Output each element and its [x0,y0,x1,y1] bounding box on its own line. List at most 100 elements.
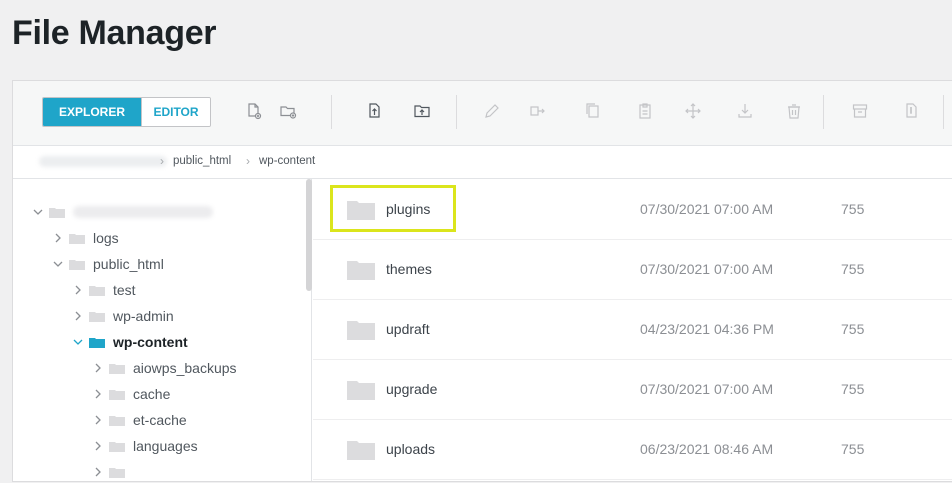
toolbar-divider [823,95,824,129]
table-row[interactable]: plugins 07/30/2021 07:00 AM 755 [313,179,952,240]
drag-icon[interactable] [683,101,703,121]
folder-icon [89,337,105,348]
tree-item-wp-content[interactable]: wp-content [73,331,188,353]
file-date: 07/30/2021 07:00 AM [640,201,774,217]
chevron-right-icon[interactable] [73,311,83,321]
toolbar-divider [943,95,944,129]
chevron-right-icon[interactable] [93,389,103,399]
file-permissions: 755 [841,201,865,217]
file-date: 06/23/2021 08:46 AM [640,441,774,457]
folder-icon [347,201,375,220]
table-row[interactable]: updraft 04/23/2021 04:36 PM 755 [313,299,952,360]
folder-icon [89,311,105,322]
chevron-down-icon[interactable] [73,337,83,347]
tree-item-logs[interactable]: logs [53,227,119,249]
file-date: 07/30/2021 07:00 AM [640,381,774,397]
chevron-down-icon[interactable] [33,207,43,217]
file-list: plugins 07/30/2021 07:00 AM 755 themes 0… [313,179,952,481]
tree-root[interactable] [33,201,213,223]
tree-item-label: public_html [93,256,164,272]
tree-item-languages[interactable]: languages [93,435,198,457]
folder-icon [89,285,105,296]
archive-icon[interactable] [850,101,870,121]
file-date: 07/30/2021 07:00 AM [640,261,774,277]
copy-icon[interactable] [583,101,603,121]
file-name[interactable]: uploads [386,441,435,457]
folder-icon [109,441,125,452]
folder-icon [347,381,375,400]
file-permissions: 755 [841,321,865,337]
file-permissions: 755 [841,261,865,277]
table-row[interactable]: uploads 06/23/2021 08:46 AM 755 [313,419,952,480]
upload-folder-icon[interactable] [412,101,432,121]
breadcrumb-separator-icon: › [160,154,164,168]
page-title: File Manager [12,14,217,52]
table-row[interactable]: upgrade 07/30/2021 07:00 AM 755 [313,359,952,420]
chevron-down-icon[interactable] [53,259,63,269]
tree-item-label: logs [93,230,119,246]
extract-icon[interactable] [902,101,922,121]
folder-tree: logs public_html test wp-admin wp-conten… [13,179,312,481]
tree-item-label: test [113,282,136,298]
file-date: 04/23/2021 04:36 PM [640,321,774,337]
upload-file-icon[interactable] [365,101,385,121]
tree-item-label: wp-content [113,334,188,350]
folder-icon [49,207,65,218]
folder-icon [109,363,125,374]
tree-item-wp-admin[interactable]: wp-admin [73,305,174,327]
breadcrumb: › public_html › wp-content [13,146,952,179]
new-file-icon[interactable] [244,101,264,121]
file-name[interactable]: themes [386,261,432,277]
tree-item-partial[interactable] [93,461,133,483]
paste-icon[interactable] [635,101,655,121]
view-toggle: EXPLORER EDITOR [42,97,211,127]
tree-item-label: wp-admin [113,308,174,324]
folder-icon [347,441,375,460]
tree-item-public-html[interactable]: public_html [53,253,164,275]
tree-scrollbar[interactable] [306,179,312,291]
folder-icon [69,233,85,244]
toolbar-divider [331,95,332,129]
file-permissions: 755 [841,441,865,457]
rename-icon[interactable] [482,101,502,121]
new-folder-icon[interactable] [278,101,298,121]
folder-icon [347,261,375,280]
folder-icon [347,321,375,340]
delete-icon[interactable] [784,101,804,121]
tree-item-et-cache[interactable]: et-cache [93,409,187,431]
file-name[interactable]: upgrade [386,381,437,397]
tree-item-label: et-cache [133,412,187,428]
tree-item-label: languages [133,438,198,454]
breadcrumb-root-redacted[interactable] [39,156,167,167]
folder-icon [109,415,125,426]
file-manager-panel: EXPLORER EDITOR › public_html › wp-conte… [12,80,952,482]
file-name[interactable]: plugins [386,201,430,217]
tree-item-aiowps-backups[interactable]: aiowps_backups [93,357,237,379]
file-name[interactable]: updraft [386,321,430,337]
tree-item-cache[interactable]: cache [93,383,170,405]
toolbar-divider [456,95,457,129]
breadcrumb-item-wp-content[interactable]: wp-content [259,155,315,167]
move-icon[interactable] [528,101,548,121]
toolbar: EXPLORER EDITOR [13,81,952,146]
folder-icon [109,467,125,478]
folder-icon [69,259,85,270]
chevron-right-icon[interactable] [93,363,103,373]
chevron-right-icon[interactable] [93,415,103,425]
breadcrumb-item-public-html[interactable]: public_html [173,155,231,167]
breadcrumb-separator-icon: › [246,154,250,168]
download-icon[interactable] [735,101,755,121]
chevron-right-icon[interactable] [93,467,103,477]
editor-tab[interactable]: EDITOR [141,98,210,126]
tree-item-test[interactable]: test [73,279,136,301]
chevron-right-icon[interactable] [53,233,63,243]
tree-item-label: aiowps_backups [133,360,237,376]
file-permissions: 755 [841,381,865,397]
tree-root-label-redacted [73,206,213,218]
explorer-tab[interactable]: EXPLORER [43,98,141,126]
chevron-right-icon[interactable] [73,285,83,295]
chevron-right-icon[interactable] [93,441,103,451]
folder-icon [109,389,125,400]
tree-item-label: cache [133,386,171,402]
table-row[interactable]: themes 07/30/2021 07:00 AM 755 [313,239,952,300]
